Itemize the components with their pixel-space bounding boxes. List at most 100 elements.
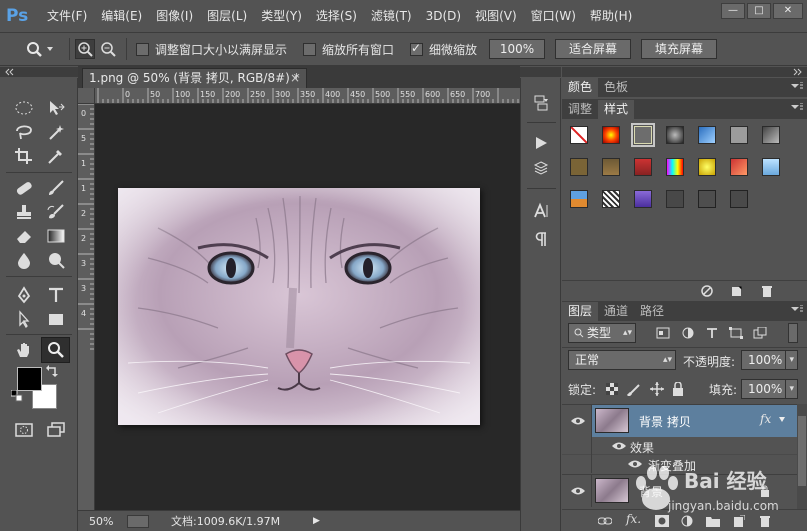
lock-transparent-icon[interactable] [606,383,618,395]
adjustment-layer-icon[interactable] [681,515,693,527]
swap-colors-icon[interactable] [44,363,60,379]
style-swatch[interactable] [698,126,716,144]
style-swatch[interactable] [666,190,684,208]
style-swatch[interactable] [570,158,588,176]
style-swatch[interactable] [698,190,716,208]
paragraph-panel-button[interactable] [529,228,553,250]
style-swatch[interactable] [602,126,620,144]
shape-tool[interactable] [43,307,69,331]
tab-styles[interactable]: 样式 [598,100,635,119]
canvas-area[interactable] [95,104,520,510]
layer-row-background-copy[interactable]: 背景 拷贝 fx [562,405,797,437]
eye-icon[interactable] [571,486,585,496]
path-selection-tool[interactable] [11,307,37,331]
resize-windows-checkbox[interactable] [136,42,149,56]
menu-window[interactable]: 窗口(W) [524,0,583,32]
properties-panel-button[interactable] [529,158,553,180]
layer-name[interactable]: 背景 拷贝 [639,413,691,430]
fill-screen-button[interactable]: 填充屏幕 [641,39,718,59]
eyedropper-tool[interactable] [43,144,69,168]
pen-tool[interactable] [11,283,37,307]
style-swatch[interactable] [602,190,620,208]
blur-tool[interactable] [11,248,37,272]
tab-layers[interactable]: 图层 [562,302,599,321]
tab-channels[interactable]: 通道 [598,302,634,321]
type-tool[interactable] [43,283,69,307]
menu-filter[interactable]: 滤镜(T) [364,0,419,32]
eraser-tool[interactable] [11,224,37,248]
delete-layer-icon[interactable] [759,515,771,527]
zoom-out-button[interactable] [98,39,118,59]
panel-menu-icon[interactable] [791,103,803,113]
mid-collapse-strip[interactable] [520,67,561,77]
vertical-ruler[interactable]: 0 5 1 1 2 2 3 3 4 [78,104,95,510]
close-tab-icon[interactable]: × [290,69,300,87]
minimize-button[interactable]: — [721,3,745,19]
status-icon[interactable] [127,514,149,528]
quick-mask-button[interactable] [11,418,37,442]
style-swatch[interactable] [666,158,684,176]
collapse-effects-icon[interactable] [778,416,786,426]
layer-effects-row[interactable]: 效果 [562,437,797,455]
tab-color[interactable]: 颜色 [562,78,599,97]
marquee-tool[interactable] [11,96,37,120]
horizontal-ruler[interactable]: 0 50 100 150 200 250 300 350 400 450 500 550 600 650 7… [95,88,520,104]
clone-stamp-tool[interactable] [11,200,37,224]
menu-file[interactable]: 文件(F) [40,0,94,32]
default-colors-icon[interactable] [10,390,24,402]
layers-scrollbar[interactable] [797,404,807,509]
link-layers-icon[interactable] [598,516,612,526]
zoom-tool[interactable] [41,337,70,363]
move-tool[interactable] [43,96,69,120]
tools-collapse-strip[interactable] [0,67,78,77]
foreground-color-swatch[interactable] [17,367,42,391]
style-swatch[interactable] [730,190,748,208]
cat-photo[interactable] [118,188,480,425]
zoom-all-windows-checkbox[interactable] [303,42,317,56]
style-swatch[interactable] [634,158,652,176]
status-menu-arrow[interactable]: ▶ [313,516,320,526]
blend-mode-dropdown[interactable]: 正常 ▴▾ [568,350,676,370]
new-group-icon[interactable] [706,515,720,527]
panel-menu-icon[interactable] [791,305,803,315]
opacity-input[interactable]: 100% ▾ [741,350,798,370]
add-mask-icon[interactable] [655,515,669,527]
lasso-tool[interactable] [11,120,37,144]
menu-help[interactable]: 帮助(H) [583,0,639,32]
tab-swatches[interactable]: 色板 [598,78,634,97]
menu-image[interactable]: 图像(I) [149,0,200,32]
history-panel-button[interactable] [529,92,553,114]
style-swatch[interactable] [570,190,588,208]
filter-adjustment-icon[interactable] [682,327,694,339]
lock-position-icon[interactable] [650,382,664,396]
filter-smart-object-icon[interactable] [753,327,767,339]
document-tab[interactable]: 1.png @ 50% (背景 拷贝, RGB/8#) * × [82,68,307,88]
actions-panel-button[interactable] [529,132,553,154]
brush-tool[interactable] [43,176,69,200]
layer-row-background[interactable]: 背景 [562,474,797,507]
layer-fx-badge[interactable]: fx [760,412,771,426]
style-none[interactable] [570,126,588,144]
style-swatch[interactable] [762,158,780,176]
screen-mode-button[interactable] [43,418,69,442]
filter-pixel-icon[interactable] [656,327,670,339]
style-swatch[interactable] [634,190,652,208]
character-panel-button[interactable] [529,200,553,222]
menu-edit[interactable]: 编辑(E) [94,0,149,32]
style-swatch[interactable] [666,126,684,144]
gradient-tool[interactable] [43,224,69,248]
style-swatch[interactable] [730,126,748,144]
menu-select[interactable]: 选择(S) [309,0,364,32]
clear-style-icon[interactable] [701,285,713,297]
eye-icon[interactable] [571,416,585,426]
layer-filter-dropdown[interactable]: 类型 ▴▾ [568,323,636,343]
history-brush-tool[interactable] [43,200,69,224]
tool-preset-picker[interactable] [24,38,64,60]
new-style-icon[interactable] [731,285,743,297]
trash-icon[interactable] [761,285,773,297]
layer-name[interactable]: 背景 [639,483,663,500]
scrollbar-thumb[interactable] [798,416,806,486]
hand-tool[interactable] [11,338,37,362]
filter-shape-icon[interactable] [729,327,743,339]
magic-wand-tool[interactable] [43,120,69,144]
